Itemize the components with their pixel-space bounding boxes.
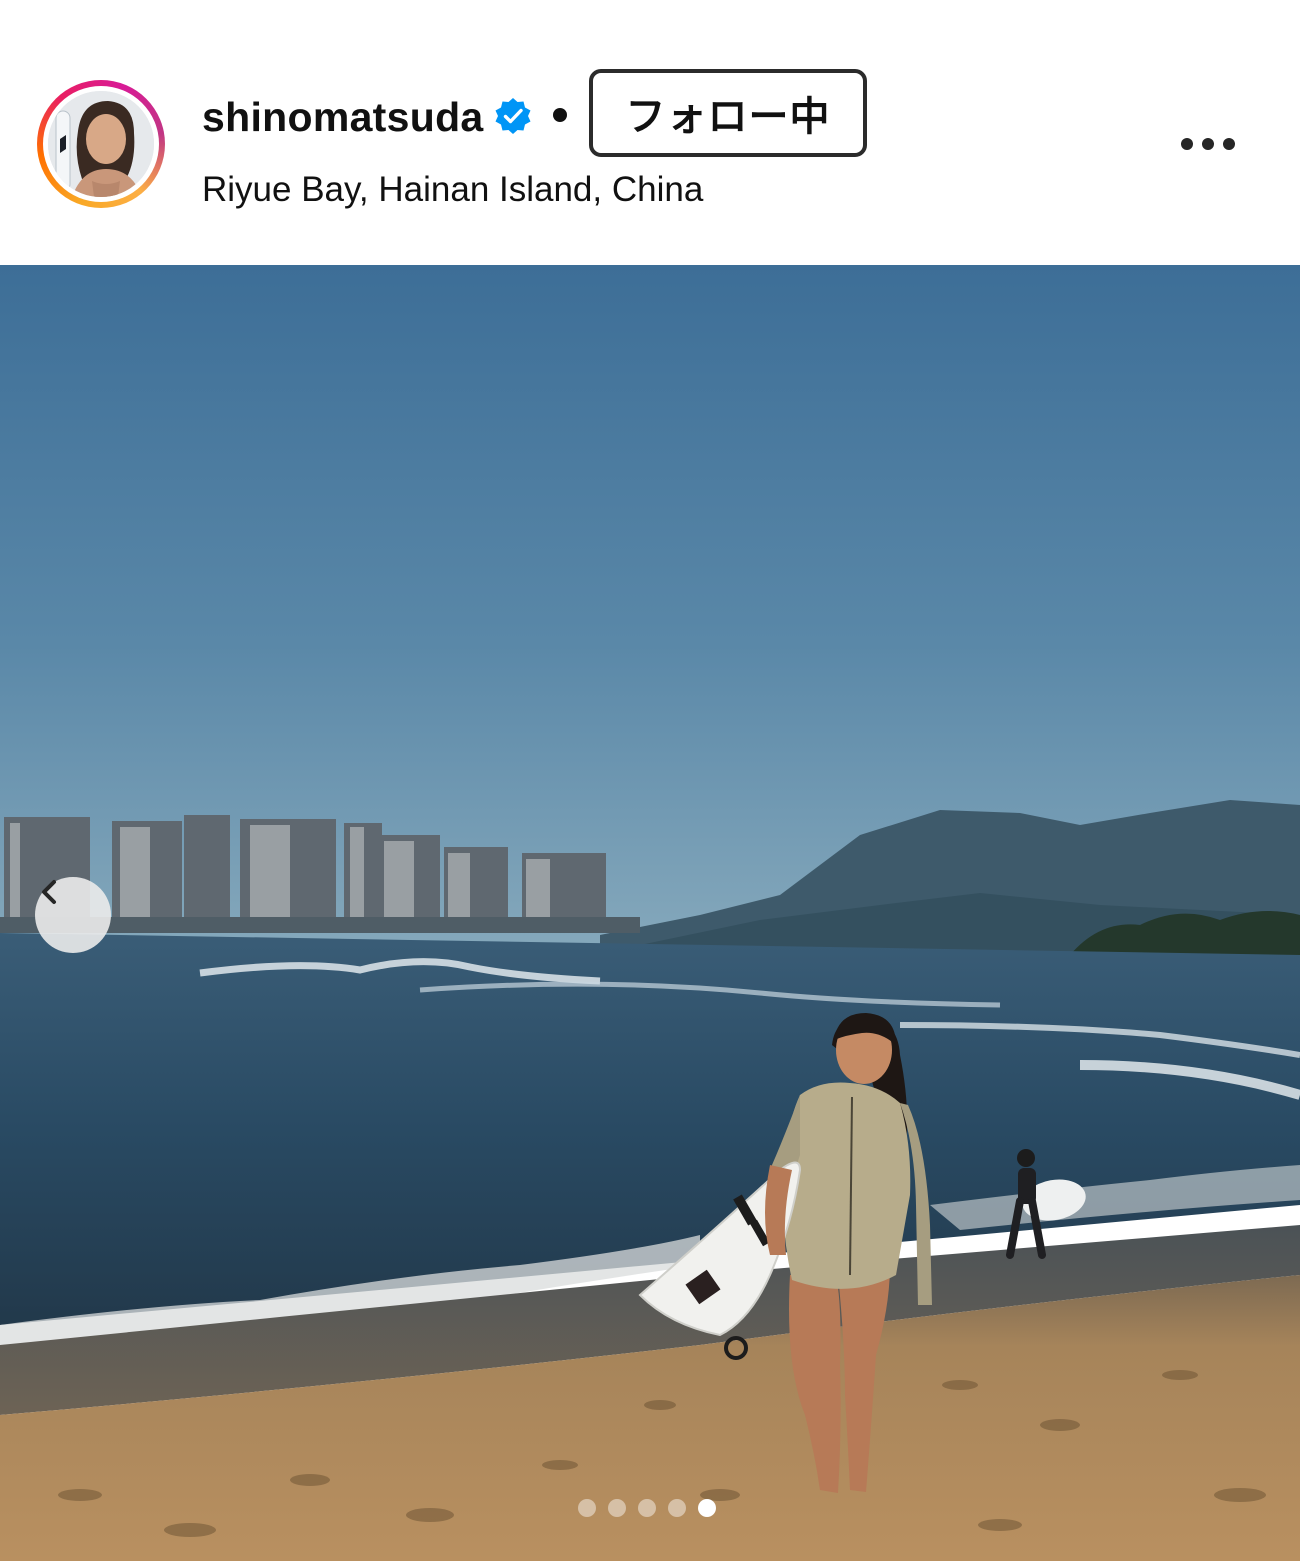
- more-options-icon[interactable]: [1181, 131, 1241, 157]
- carousel-dot[interactable]: [668, 1499, 686, 1517]
- separator-dot: [553, 108, 567, 122]
- post-header: shinomatsuda フォロー中 Riyue Bay, Hainan Isl…: [0, 0, 1300, 265]
- chevron-left-icon: [42, 880, 56, 904]
- carousel-dot[interactable]: [638, 1499, 656, 1517]
- beach-photo: [0, 265, 1300, 1561]
- avatar-image: [48, 91, 154, 197]
- avatar[interactable]: [48, 91, 154, 197]
- following-button[interactable]: フォロー中: [589, 69, 867, 157]
- carousel-dot-active[interactable]: [698, 1499, 716, 1517]
- username[interactable]: shinomatsuda: [202, 92, 484, 142]
- location-link[interactable]: Riyue Bay, Hainan Island, China: [202, 168, 703, 212]
- story-ring[interactable]: [37, 80, 165, 208]
- carousel-dot[interactable]: [608, 1499, 626, 1517]
- carousel-dot[interactable]: [578, 1499, 596, 1517]
- verified-badge-icon: [495, 98, 531, 134]
- post-photo[interactable]: [0, 265, 1300, 1561]
- carousel-prev-button[interactable]: [35, 877, 111, 953]
- carousel-pagination: [578, 1499, 716, 1517]
